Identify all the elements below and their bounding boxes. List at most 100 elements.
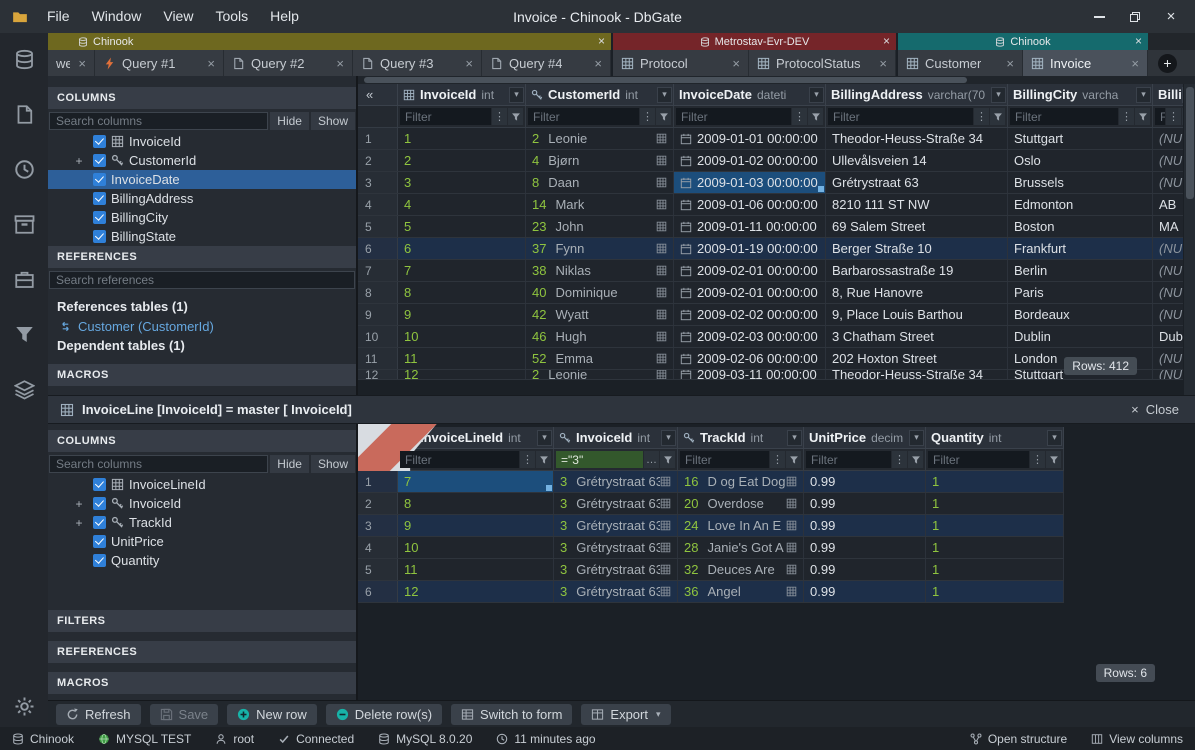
column-menu-button[interactable]: ▾ bbox=[661, 430, 676, 446]
menu-window[interactable]: Window bbox=[81, 0, 153, 33]
cell-customer_id[interactable]: 52Emma bbox=[526, 348, 674, 369]
cell-track_id[interactable]: 36Angel bbox=[678, 581, 804, 602]
rail-database-button[interactable] bbox=[0, 49, 48, 70]
delete-row-s-button[interactable]: Delete row(s) bbox=[326, 704, 442, 725]
hide-columns-button[interactable]: Hide bbox=[270, 112, 309, 130]
new-tab-button[interactable]: + bbox=[1158, 54, 1177, 73]
tab-query-4[interactable]: Query #4× bbox=[482, 50, 611, 76]
search-columns-input[interactable]: Search columns bbox=[49, 455, 268, 473]
checkbox-checked[interactable] bbox=[93, 135, 106, 148]
cell-invoice_id[interactable]: 3Grétrystraat 63 bbox=[554, 537, 678, 558]
tab-close-icon[interactable]: × bbox=[998, 56, 1014, 71]
horizontal-scrollbar[interactable] bbox=[358, 76, 1195, 84]
cell-billing_address[interactable]: Grétrystraat 63 bbox=[826, 172, 1008, 193]
cell-billing_address[interactable]: 3 Chatham Street bbox=[826, 326, 1008, 347]
rail-briefcase-button[interactable] bbox=[0, 269, 48, 290]
cell-billing_address[interactable]: Theodor-Heuss-Straße 34 bbox=[826, 128, 1008, 149]
filter-options-button[interactable]: ⋮ bbox=[974, 108, 989, 125]
filter-input[interactable]: Filter bbox=[400, 451, 519, 468]
tab-query-3[interactable]: Query #3× bbox=[353, 50, 482, 76]
tab-close-icon[interactable]: × bbox=[1123, 56, 1139, 71]
vertical-scrollbar-thumb[interactable] bbox=[1186, 87, 1194, 199]
filter-input[interactable]: Filter bbox=[928, 451, 1029, 468]
cell-invoice_line_id[interactable]: 10 bbox=[398, 537, 554, 558]
cell-quantity[interactable]: 1 bbox=[926, 515, 1064, 536]
tab-query-2[interactable]: Query #2× bbox=[224, 50, 353, 76]
cell-billing_address[interactable]: 202 Hoxton Street bbox=[826, 348, 1008, 369]
switch-to-form-button[interactable]: Switch to form bbox=[451, 704, 572, 725]
show-columns-button[interactable]: Show bbox=[311, 112, 355, 130]
cell-track_id[interactable]: 28Janie's Got A bbox=[678, 537, 804, 558]
filter-funnel-button[interactable] bbox=[660, 451, 675, 468]
cell-quantity[interactable]: 1 bbox=[926, 471, 1064, 492]
horizontal-scrollbar-thumb[interactable] bbox=[364, 77, 967, 83]
menu-help[interactable]: Help bbox=[259, 0, 310, 33]
tab-query-1[interactable]: Query #1× bbox=[95, 50, 224, 76]
column-header-invoiceid[interactable]: InvoiceIdint▾ bbox=[398, 84, 526, 105]
references-section-header[interactable]: REFERENCES bbox=[48, 641, 356, 663]
column-item-billingaddress[interactable]: BillingAddress bbox=[48, 189, 356, 208]
minimize-button[interactable] bbox=[1081, 4, 1117, 30]
expand-icon[interactable]: + bbox=[70, 516, 88, 530]
cell-track_id[interactable]: 16D og Eat Dog bbox=[678, 471, 804, 492]
refresh-button[interactable]: Refresh bbox=[56, 704, 141, 725]
cell-unit_price[interactable]: 0.99 bbox=[804, 515, 926, 536]
status-open-structure[interactable]: Open structure bbox=[970, 732, 1067, 746]
cell-billing_city[interactable]: Edmonton bbox=[1008, 194, 1153, 215]
row-number[interactable]: 4 bbox=[358, 194, 398, 215]
cell-invoice_date[interactable]: 2009-01-06 00:00:00 bbox=[674, 194, 826, 215]
rail-layers-button[interactable] bbox=[0, 379, 48, 400]
filter-options-button[interactable]: ⋮ bbox=[892, 451, 907, 468]
column-header-invoicedate[interactable]: InvoiceDatedateti▾ bbox=[674, 84, 826, 105]
cell-customer_id[interactable]: 40Dominique bbox=[526, 282, 674, 303]
cell-invoice_id[interactable]: 9 bbox=[398, 304, 526, 325]
checkbox-checked[interactable] bbox=[93, 554, 106, 567]
columns-section-header[interactable]: COLUMNS bbox=[48, 87, 356, 109]
column-item-invoicelineid[interactable]: InvoiceLineId bbox=[48, 475, 356, 494]
column-header-invoiceid[interactable]: InvoiceIdint▾ bbox=[554, 427, 678, 448]
row-number[interactable]: 1 bbox=[358, 128, 398, 149]
column-header-customerid[interactable]: CustomerIdint▾ bbox=[526, 84, 674, 105]
reference-link-customer-customerid[interactable]: Customer (CustomerId) bbox=[57, 317, 347, 335]
cell-invoice_id[interactable]: 3Grétrystraat 63 bbox=[554, 493, 678, 514]
tab-customer[interactable]: Customer× bbox=[898, 50, 1023, 76]
cell-billing_city[interactable]: Bordeaux bbox=[1008, 304, 1153, 325]
filter-input[interactable]: Filter bbox=[1010, 108, 1118, 125]
column-menu-button[interactable]: ▾ bbox=[1047, 430, 1062, 446]
cell-invoice_id[interactable]: 3Grétrystraat 63 bbox=[554, 471, 678, 492]
cell-customer_id[interactable]: 8Daan bbox=[526, 172, 674, 193]
cell-invoice_date[interactable]: 2009-02-01 00:00:00 bbox=[674, 260, 826, 281]
tab-group-close-icon[interactable]: × bbox=[598, 33, 605, 49]
cell-billing_city[interactable]: Dublin bbox=[1008, 326, 1153, 347]
cell-billing_address[interactable]: 8210 111 ST NW bbox=[826, 194, 1008, 215]
row-number[interactable]: 3 bbox=[358, 515, 398, 536]
cell-invoice_date[interactable]: 2009-01-11 00:00:00 bbox=[674, 216, 826, 237]
menu-view[interactable]: View bbox=[152, 0, 204, 33]
cell-customer_id[interactable]: 38Niklas bbox=[526, 260, 674, 281]
references-section-header[interactable]: REFERENCES bbox=[48, 246, 356, 268]
tab-close-icon[interactable]: × bbox=[457, 56, 473, 71]
column-menu-button[interactable]: ▾ bbox=[537, 430, 552, 446]
cell-invoice_date[interactable]: 2009-01-19 00:00:00 bbox=[674, 238, 826, 259]
cell-billing_address[interactable]: 8, Rue Hanovre bbox=[826, 282, 1008, 303]
column-item-customerid[interactable]: +CustomerId bbox=[48, 151, 356, 170]
cell-invoice_id[interactable]: 3Grétrystraat 63 bbox=[554, 581, 678, 602]
cell-invoice_id[interactable]: 3Grétrystraat 63 bbox=[554, 559, 678, 580]
column-header-quantity[interactable]: Quantityint▾ bbox=[926, 427, 1064, 448]
collapse-panel-button[interactable]: « bbox=[358, 84, 398, 105]
checkbox-checked[interactable] bbox=[93, 497, 106, 510]
filter-input[interactable]: Filter bbox=[680, 451, 769, 468]
cell-unit_price[interactable]: 0.99 bbox=[804, 559, 926, 580]
cell-invoice_line_id[interactable]: 8 bbox=[398, 493, 554, 514]
tab-group-close-icon[interactable]: × bbox=[1135, 33, 1142, 49]
cell-billing_address[interactable]: Barbarossastraße 19 bbox=[826, 260, 1008, 281]
cell-customer_id[interactable]: 42Wyatt bbox=[526, 304, 674, 325]
row-number[interactable]: 3 bbox=[358, 172, 398, 193]
cell-customer_id[interactable]: 2Leonie bbox=[526, 128, 674, 149]
column-menu-button[interactable]: ▾ bbox=[657, 87, 672, 103]
filter-options-button[interactable]: ⋮ bbox=[792, 108, 807, 125]
cell-invoice_id[interactable]: 8 bbox=[398, 282, 526, 303]
filter-funnel-button[interactable] bbox=[1046, 451, 1061, 468]
filter-funnel-button[interactable] bbox=[908, 451, 923, 468]
row-number[interactable]: 5 bbox=[358, 216, 398, 237]
